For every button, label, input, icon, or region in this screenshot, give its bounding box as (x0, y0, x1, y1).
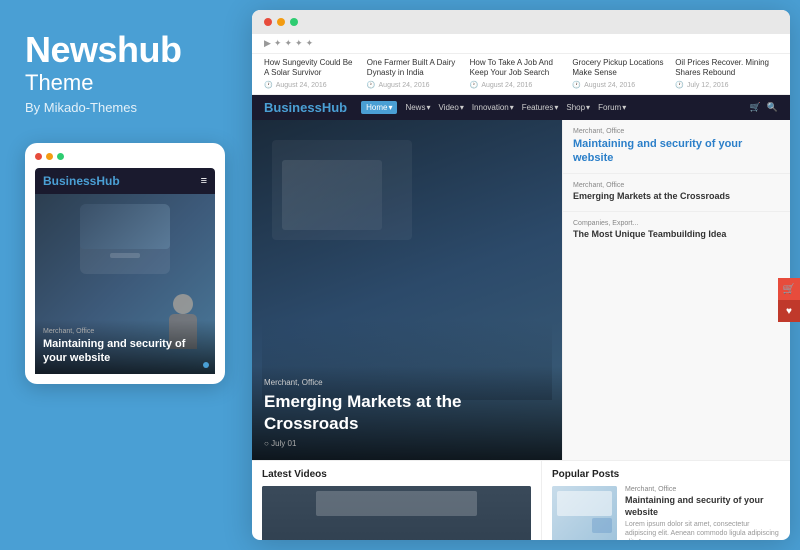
latest-videos-title: Latest Videos (262, 469, 531, 480)
sa-tag-1: Merchant, Office (573, 128, 780, 135)
mobile-menu-icon[interactable]: ≡ (201, 175, 207, 187)
sa-title-2: Emerging Markets at the Crossroads (573, 191, 780, 203)
popular-posts-title: Popular Posts (552, 469, 780, 480)
sidebar-article-2[interactable]: Merchant, Office Emerging Markets at the… (563, 174, 790, 212)
mobile-hero-tag: Merchant, Office (43, 328, 207, 335)
nav-features[interactable]: Features ▾ (522, 103, 559, 112)
facebook-icon[interactable]: ✦ (284, 38, 292, 49)
mobile-hero-image: Merchant, Office Maintaining and securit… (35, 194, 215, 374)
hero-section[interactable]: Merchant, Office Emerging Markets at the… (252, 120, 562, 460)
calendar-icon: ○ (264, 439, 269, 448)
social-icons: ▶ ✦ ✦ ✦ ✦ (264, 38, 313, 49)
main-content-area: Merchant, Office Emerging Markets at the… (252, 120, 790, 460)
headline-item-5[interactable]: Oil Prices Recover. Mining Shares Reboun… (675, 58, 778, 90)
pp-title-1: Maintaining and security of your website (625, 495, 780, 518)
pp-text-1: Lorem ipsum dolor sit amet, consectetur … (625, 520, 780, 540)
video-thumbnail[interactable]: Another, Commerce Faster Internet is Eve… (262, 486, 531, 540)
popular-post-thumbnail-1 (552, 486, 617, 540)
site-navigation: BusinessHub Home ▾ News ▾ Video ▾ Innova… (252, 95, 790, 120)
mobile-hero-title: Maintaining and security of your website (43, 337, 207, 366)
mobile-logo: BusinessHub (43, 174, 120, 188)
headline-title-3: How To Take A Job And Keep Your Job Sear… (470, 58, 565, 79)
mobile-hero-overlay: Merchant, Office Maintaining and securit… (35, 320, 215, 374)
browser-dot-green (290, 18, 298, 26)
floating-cart-icon[interactable]: 🛒 (778, 278, 800, 300)
mobile-dot-yellow (46, 153, 53, 160)
clock-icon-3: 🕐 (470, 81, 479, 90)
brand-name: Newshub Theme (25, 30, 223, 96)
mobile-header: BusinessHub ≡ (35, 168, 215, 194)
clock-icon-1: 🕐 (264, 81, 273, 90)
sa-tag-3: Companies, Export... (573, 220, 780, 227)
sa-title-3: The Most Unique Teambuilding Idea (573, 229, 780, 241)
instagram-icon[interactable]: ✦ (295, 38, 303, 49)
nav-video[interactable]: Video ▾ (438, 103, 463, 112)
mobile-mockup: BusinessHub ≡ Merchant, Office Maintaini… (25, 143, 225, 384)
mobile-traffic-lights (35, 153, 215, 160)
news-headlines-bar: How Sungevity Could Be A Solar Survivor … (252, 54, 790, 95)
cart-icon[interactable]: 🛒 (750, 102, 761, 113)
floating-action-icons: 🛒 ♥ (778, 278, 800, 322)
headline-item-2[interactable]: One Farmer Built A Dairy Dynasty in Indi… (367, 58, 470, 90)
browser-dot-red (264, 18, 272, 26)
mobile-dot-red (35, 153, 42, 160)
clock-icon-2: 🕐 (367, 81, 376, 90)
headline-title-5: Oil Prices Recover. Mining Shares Reboun… (675, 58, 770, 79)
headline-item-1[interactable]: How Sungevity Could Be A Solar Survivor … (264, 58, 367, 90)
sidebar-article-1[interactable]: Merchant, Office Maintaining and securit… (563, 120, 790, 175)
hero-overlay: Merchant, Office Emerging Markets at the… (252, 366, 562, 460)
sa-tag-2: Merchant, Office (573, 182, 780, 189)
top-social-bar: ▶ ✦ ✦ ✦ ✦ (252, 34, 790, 54)
brand-by: By Mikado-Themes (25, 100, 223, 115)
clock-icon-4: 🕐 (572, 81, 581, 90)
popular-post-content-1: Merchant, Office Maintaining and securit… (625, 486, 780, 540)
sa-title-1: Maintaining and security of your website (573, 137, 780, 166)
sidebar-articles: Merchant, Office Maintaining and securit… (562, 120, 790, 460)
hero-category-tag: Merchant, Office (264, 378, 550, 387)
nav-innovation[interactable]: Innovation ▾ (472, 103, 514, 112)
sidebar-article-3[interactable]: Companies, Export... The Most Unique Tea… (563, 212, 790, 249)
mobile-indicator-dot (203, 362, 209, 368)
nav-shop[interactable]: Shop ▾ (566, 103, 590, 112)
browser-dot-yellow (277, 18, 285, 26)
nav-news[interactable]: News ▾ (405, 103, 430, 112)
nav-home[interactable]: Home ▾ (361, 101, 397, 114)
nav-forum[interactable]: Forum ▾ (598, 103, 626, 112)
hero-article-date: ○ July 01 (264, 439, 550, 448)
headline-title-4: Grocery Pickup Locations Make Sense (572, 58, 667, 79)
popular-posts-section: Popular Posts Merchant, Office Maintaini… (542, 461, 790, 540)
search-icon[interactable]: 🔍 (767, 102, 778, 113)
browser-chrome (252, 10, 790, 34)
left-panel: Newshub Theme By Mikado-Themes BusinessH… (0, 0, 248, 550)
bottom-section: Latest Videos (252, 460, 790, 540)
youtube-icon[interactable]: ✦ (306, 38, 314, 49)
hero-article-title: Emerging Markets at the Crossroads (264, 391, 550, 435)
popular-post-1[interactable]: Merchant, Office Maintaining and securit… (552, 486, 780, 540)
twitter-icon[interactable]: ✦ (274, 38, 282, 49)
pp-tag-1: Merchant, Office (625, 486, 780, 493)
latest-videos-section: Latest Videos (252, 461, 542, 540)
headline-item-4[interactable]: Grocery Pickup Locations Make Sense 🕐Aug… (572, 58, 675, 90)
mobile-dot-green (57, 153, 64, 160)
floating-like-icon[interactable]: ♥ (778, 300, 800, 322)
headline-title-2: One Farmer Built A Dairy Dynasty in Indi… (367, 58, 462, 79)
browser-mockup: ▶ ✦ ✦ ✦ ✦ How Sungevity Could Be A Solar… (252, 10, 790, 540)
headline-title-1: How Sungevity Could Be A Solar Survivor (264, 58, 359, 79)
clock-icon-5: 🕐 (675, 81, 684, 90)
nav-utility-icons: 🛒 🔍 (750, 102, 778, 113)
headline-item-3[interactable]: How To Take A Job And Keep Your Job Sear… (470, 58, 573, 90)
rss-icon[interactable]: ▶ (264, 38, 271, 49)
site-logo: BusinessHub (264, 100, 347, 115)
